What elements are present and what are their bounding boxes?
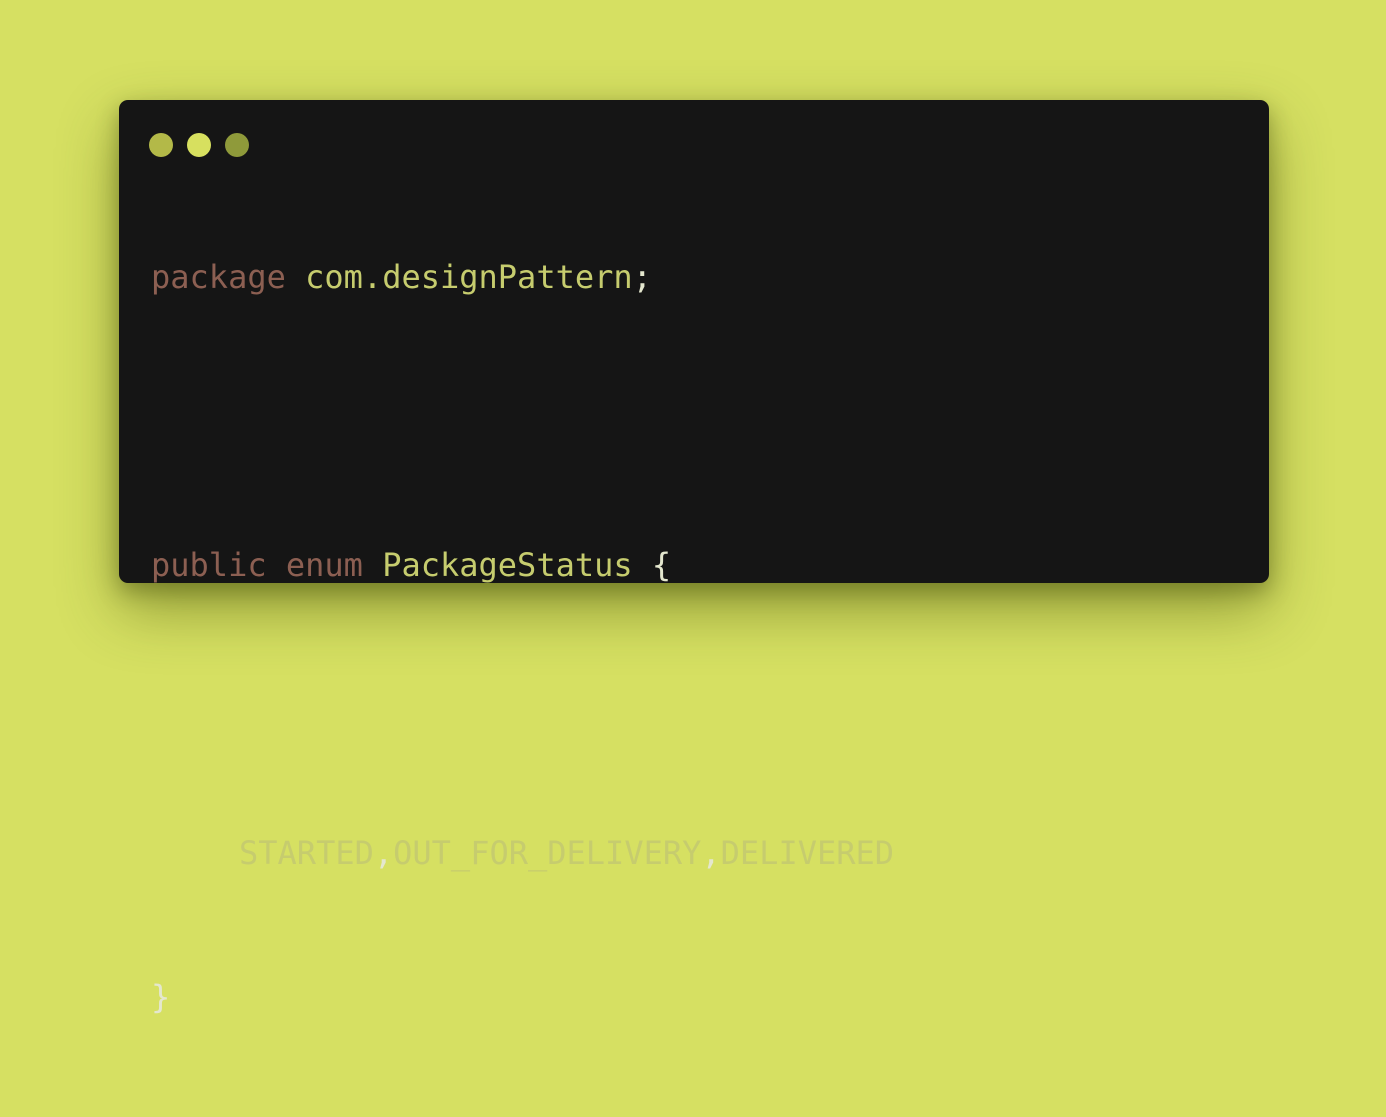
window-controls: [149, 133, 249, 157]
code-window: package com.designPattern; public enum P…: [119, 100, 1269, 1016]
minimize-dot-icon[interactable]: [187, 133, 211, 157]
enum-constant-started: STARTED: [239, 834, 374, 872]
close-dot-icon[interactable]: [149, 133, 173, 157]
enum-constant-delivered: DELIVERED: [720, 834, 895, 872]
comma: ,: [373, 834, 394, 872]
keyword-enum: enum: [285, 546, 363, 584]
open-brace: {: [651, 546, 672, 584]
keyword-public: public: [151, 546, 267, 584]
enum-constant-out-for-delivery: OUT_FOR_DELIVERY: [393, 834, 702, 872]
package-name: com.designPattern: [305, 258, 633, 296]
keyword-package: package: [151, 258, 286, 296]
comma: ,: [701, 834, 721, 872]
code-block: package com.designPattern; public enum P…: [151, 205, 894, 1117]
code-line-1: package com.designPattern;: [151, 253, 894, 301]
maximize-dot-icon[interactable]: [225, 133, 249, 157]
code-line-6: }: [151, 973, 894, 1021]
code-line-5: STARTED,OUT_FOR_DELIVERY,DELIVERED: [151, 829, 894, 877]
close-brace: }: [151, 978, 171, 1016]
semicolon: ;: [632, 258, 652, 296]
enum-name: PackageStatus: [382, 546, 633, 584]
code-line-3: public enum PackageStatus {: [151, 541, 894, 589]
